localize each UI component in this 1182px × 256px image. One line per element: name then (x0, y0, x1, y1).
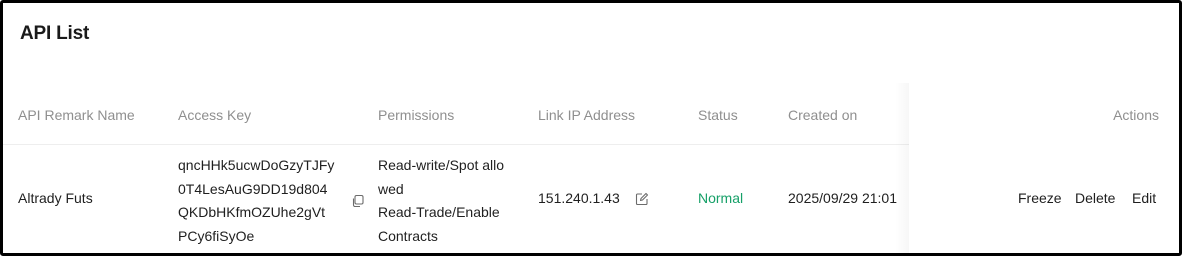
column-header-status: Status (698, 107, 738, 123)
freeze-button[interactable]: Freeze (1018, 190, 1062, 206)
permissions-line: Read-write/Spot allo (378, 157, 505, 173)
api-list-panel: API List API Remark Name Access Key Perm… (0, 0, 1182, 256)
cell-link-ip: 151.240.1.43 (538, 190, 620, 206)
status-badge: Normal (698, 190, 744, 206)
permissions-line: Contracts (378, 227, 438, 244)
delete-button[interactable]: Delete (1075, 190, 1115, 206)
access-key-line: qncHHk5ucwDoGzyTJFy (178, 157, 335, 173)
column-header-actions: Actions (1113, 107, 1159, 123)
cell-created-on: 2025/09/29 21:01 (788, 190, 897, 206)
page-title: API List (20, 23, 90, 44)
edit-button[interactable]: Edit (1132, 190, 1156, 206)
permissions-line: Read-Trade/Enable (378, 204, 500, 220)
column-header-remark-name: API Remark Name (18, 107, 135, 123)
column-header-permissions: Permissions (378, 107, 455, 123)
cell-access-key: qncHHk5ucwDoGzyTJFy 0T4LesAuG9DD19d804 Q… (178, 154, 334, 248)
access-key-line: QKDbHKfmOZUhe2gVt (178, 204, 326, 220)
access-key-line: PCy6fiSyOe (178, 227, 255, 244)
access-key-line: 0T4LesAuG9DD19d804 (178, 180, 328, 197)
actions-column: Actions Freeze Delete Edit (909, 83, 1179, 253)
column-header-access-key: Access Key (178, 107, 252, 123)
copy-icon[interactable] (351, 194, 365, 213)
column-header-created-on: Created on (788, 107, 858, 123)
cell-permissions: Read-write/Spot allo wed Read-Trade/Enab… (378, 154, 504, 248)
column-header-link-ip: Link IP Address (538, 107, 636, 123)
pencil-edit-icon[interactable] (635, 192, 649, 211)
cell-remark-name: Altrady Futs (18, 190, 93, 206)
permissions-line: wed (378, 180, 404, 197)
